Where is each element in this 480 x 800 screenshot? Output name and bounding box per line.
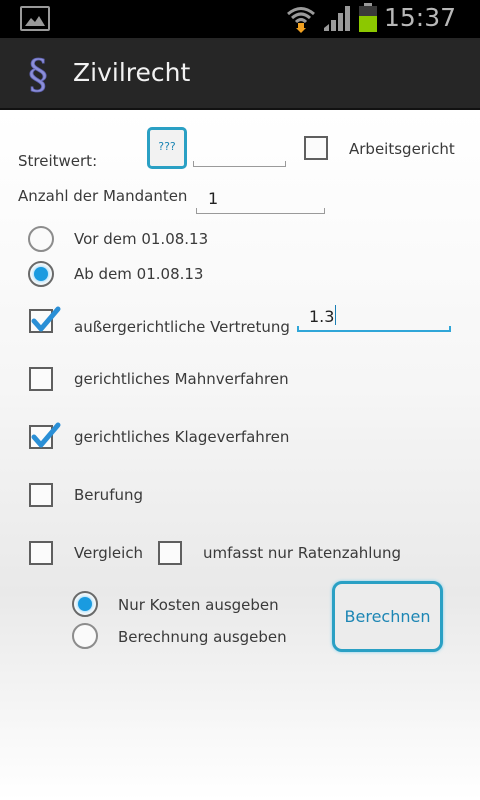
factor-input[interactable]: 1.3 xyxy=(297,302,451,332)
checkbox-berufung[interactable] xyxy=(29,483,53,507)
radio-vor-datum[interactable] xyxy=(28,226,54,252)
signal-strength-icon xyxy=(322,4,352,36)
radio-vor-datum-label: Vor dem 01.08.13 xyxy=(74,230,209,248)
berufung-label: Berufung xyxy=(74,486,144,504)
vergleich-label: Vergleich xyxy=(74,544,144,562)
checkmark-icon xyxy=(31,306,61,332)
status-bar: 15:37 xyxy=(0,0,480,38)
battery-icon xyxy=(358,3,378,37)
arbeitsgericht-checkbox[interactable] xyxy=(304,136,328,160)
radio-nur-kosten-label: Nur Kosten ausgeben xyxy=(118,596,279,614)
checkbox-aussergerichtlich[interactable] xyxy=(29,306,61,333)
checkbox-ratenzahlung[interactable] xyxy=(158,541,182,565)
streitwert-input[interactable] xyxy=(193,137,286,167)
action-bar xyxy=(0,38,480,110)
checkmark-icon xyxy=(31,422,61,448)
mandanten-label: Anzahl der Mandanten xyxy=(18,187,188,205)
streitwert-help-button[interactable]: ??? xyxy=(147,127,187,169)
gallery-notification-icon xyxy=(20,6,50,31)
checkbox-mahnverfahren[interactable] xyxy=(29,367,53,391)
aussergerichtlich-label: außergerichtliche Vertretung xyxy=(74,318,290,336)
berechnen-button[interactable]: Berechnen xyxy=(332,581,443,652)
radio-ab-datum[interactable] xyxy=(28,261,54,287)
wifi-icon xyxy=(286,4,316,38)
svg-text:§: § xyxy=(28,54,48,94)
status-time: 15:37 xyxy=(384,3,457,32)
arbeitsgericht-label: Arbeitsgericht xyxy=(349,140,455,158)
klageverfahren-label: gerichtliches Klageverfahren xyxy=(74,428,290,446)
app-title: Zivilrecht xyxy=(73,58,191,87)
ratenzahlung-label: umfasst nur Ratenzahlung xyxy=(203,544,401,562)
checkbox-vergleich[interactable] xyxy=(29,541,53,565)
radio-berechnung-label: Berechnung ausgeben xyxy=(118,628,287,646)
mandanten-input[interactable]: 1 xyxy=(196,184,325,214)
mahnverfahren-label: gerichtliches Mahnverfahren xyxy=(74,370,289,388)
checkbox-klageverfahren[interactable] xyxy=(29,422,61,449)
streitwert-label: Streitwert: xyxy=(18,152,98,170)
text-cursor xyxy=(335,305,337,325)
radio-nur-kosten[interactable] xyxy=(72,591,98,617)
radio-berechnung[interactable] xyxy=(72,623,98,649)
radio-ab-datum-label: Ab dem 01.08.13 xyxy=(74,265,204,283)
app-logo-icon: § xyxy=(26,52,60,99)
